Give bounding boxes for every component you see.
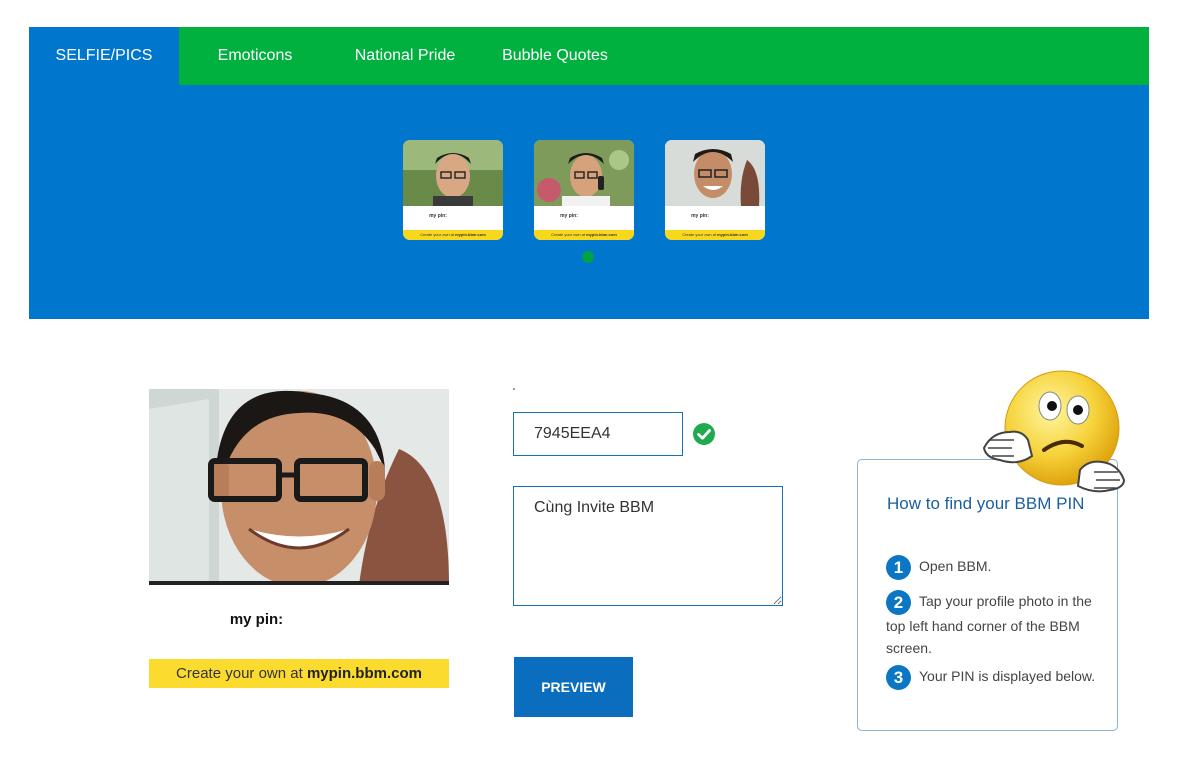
category-tabs: SELFIE/PICS Emoticons National Pride Bub… [29, 27, 1149, 85]
thumbnail-pin-label: my pin: [429, 213, 447, 219]
message-textarea[interactable]: Cùng Invite BBM [513, 486, 783, 606]
carousel-dot[interactable] [582, 251, 594, 263]
pin-card-pin-label: my pin: [229, 611, 284, 628]
thumbnail-photo [403, 140, 503, 206]
check-circle-icon [693, 423, 715, 445]
help-box: How to find your BBM PIN 1 Open BBM. 2 Tap… [857, 459, 1118, 731]
help-title: How to find your BBM PIN [887, 494, 1085, 513]
thumbnail-pin-label: my pin: [691, 213, 709, 219]
help-step: 1 Open BBM. [886, 555, 1106, 580]
tab-national-pride[interactable]: National Pride [335, 27, 475, 85]
step-number: 1 [886, 555, 911, 580]
help-step: 3 Your PIN is displayed below. [886, 665, 1106, 690]
template-thumbnail[interactable]: my pin: Create your own at mypin.bbm.com [665, 140, 765, 240]
help-step: 2 Tap your profile photo in the top left … [886, 590, 1106, 659]
template-thumbnail[interactable]: my pin: Create your own at mypin.bbm.com [534, 140, 634, 240]
template-banner: SELFIE/PICS Emoticons National Pride Bub… [29, 27, 1149, 319]
tab-selfie-pics[interactable]: SELFIE/PICS [29, 27, 179, 85]
pin-card-photo [149, 389, 449, 585]
confused-emoji-icon [982, 370, 1126, 493]
step-number: 2 [886, 590, 911, 615]
thumbnail-footer: Create your own at mypin.bbm.com [403, 230, 503, 240]
step-text: Open BBM. [919, 558, 992, 575]
tab-bubble-quotes[interactable]: Bubble Quotes [489, 27, 621, 85]
pin-input[interactable] [513, 412, 683, 456]
thumbnail-photo [665, 140, 765, 206]
thumbnail-footer: Create your own at mypin.bbm.com [534, 230, 634, 240]
thumbnail-photo [534, 140, 634, 206]
template-thumbnail[interactable]: my pin: Create your own at mypin.bbm.com [403, 140, 503, 240]
preview-button[interactable]: PREVIEW [514, 657, 633, 717]
form-marker [513, 388, 515, 390]
tab-emoticons[interactable]: Emoticons [189, 27, 321, 85]
page: SELFIE/PICS Emoticons National Pride Bub… [0, 0, 1183, 761]
thumbnail-pin-label: my pin: [560, 213, 578, 219]
step-number: 3 [886, 665, 911, 690]
thumbnail-footer: Create your own at mypin.bbm.com [665, 230, 765, 240]
step-text: Tap your profile photo in the top left h… [886, 593, 1092, 656]
step-text: Your PIN is displayed below. [919, 668, 1096, 685]
pin-card-footer: Create your own at mypin.bbm.com [149, 659, 449, 688]
